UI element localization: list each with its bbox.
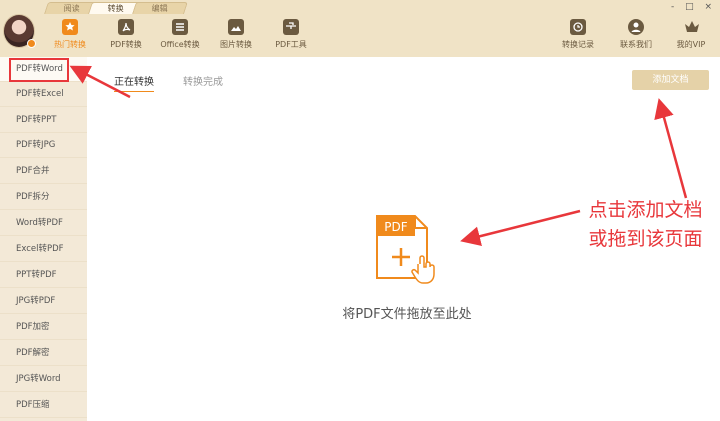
sidebar-item-excel-to-pdf[interactable]: Excel转PDF xyxy=(0,237,87,262)
toolbar-pdf-tools[interactable]: PDF工具 xyxy=(261,19,321,50)
toolbar-contact[interactable]: 联系我们 xyxy=(606,19,666,50)
sidebar-item-pdf-compress[interactable]: PDF压缩 xyxy=(0,393,87,418)
pdf-converter-window: 阅读 转换 编辑 热门转换 PDF转换 Office转换 图片转换 PDF工具 … xyxy=(0,0,720,421)
toolbar-image-convert[interactable]: 图片转换 xyxy=(206,19,266,50)
window-controls[interactable]: - □ × xyxy=(671,2,716,12)
highlight-box xyxy=(9,58,69,82)
toolbar-pdf-convert[interactable]: PDF转换 xyxy=(96,19,156,50)
drop-zone[interactable]: PDF xyxy=(376,215,440,289)
sidebar-item-jpg-to-word[interactable]: JPG转Word xyxy=(0,367,87,392)
sidebar-item-pdf-split[interactable]: PDF拆分 xyxy=(0,185,87,210)
toolbox-icon xyxy=(283,19,299,35)
tab-edit[interactable]: 编辑 xyxy=(132,2,188,14)
pdf-icon-label: PDF xyxy=(384,220,407,234)
pdf-add-icon: PDF xyxy=(376,215,435,284)
tab-converting[interactable]: 正在转换 xyxy=(114,73,154,92)
toolbar-hot-convert[interactable]: 热门转换 xyxy=(40,19,100,50)
vip-badge-icon xyxy=(27,39,36,48)
crown-icon xyxy=(683,19,699,35)
header: 阅读 转换 编辑 热门转换 PDF转换 Office转换 图片转换 PDF工具 … xyxy=(0,0,720,57)
toolbar-vip[interactable]: 我的VIP xyxy=(661,19,720,50)
add-document-button[interactable]: 添加文档 xyxy=(632,70,709,90)
image-icon xyxy=(228,19,244,35)
annotation-text: 点击添加文档 或拖到该页面 xyxy=(588,199,703,250)
document-icon xyxy=(172,19,188,35)
drop-hint-text: 将PDF文件拖放至此处 xyxy=(342,307,472,322)
sidebar-item-pdf-to-excel[interactable]: PDF转Excel xyxy=(0,82,87,107)
sidebar-item-pdf-merge[interactable]: PDF合并 xyxy=(0,159,87,184)
sidebar-item-word-to-pdf[interactable]: Word转PDF xyxy=(0,211,87,236)
arrow-to-drop-zone xyxy=(460,209,581,247)
history-icon xyxy=(570,19,586,35)
sidebar-item-pdf-to-jpg[interactable]: PDF转JPG xyxy=(0,133,87,158)
tab-converted[interactable]: 转换完成 xyxy=(183,73,223,88)
sidebar-item-ppt-to-pdf[interactable]: PPT转PDF xyxy=(0,263,87,288)
pdf-icon xyxy=(118,19,134,35)
arrow-to-add-button xyxy=(654,98,688,199)
toolbar-office-convert[interactable]: Office转换 xyxy=(150,19,210,50)
sidebar-item-pdf-decrypt[interactable]: PDF解密 xyxy=(0,341,87,366)
star-icon xyxy=(62,19,78,35)
contact-icon xyxy=(628,19,644,35)
sidebar-item-pdf-to-ppt[interactable]: PDF转PPT xyxy=(0,108,87,133)
toolbar-history[interactable]: 转换记录 xyxy=(548,19,608,50)
